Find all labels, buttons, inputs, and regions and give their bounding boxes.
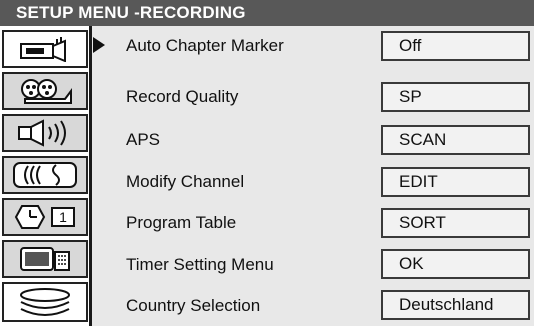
tv-icon[interactable] — [2, 240, 88, 278]
selection-arrow-icon — [93, 37, 105, 53]
country-selection-label: Country Selection — [126, 296, 261, 315]
record-quality-value[interactable]: SP — [381, 82, 530, 112]
modify-channel-label: Modify Channel — [126, 172, 245, 191]
auto-chapter-marker-label: Auto Chapter Marker — [126, 36, 284, 55]
setup-menu-screen: SETUP MENU -RECORDING 1 Auto Chapter Mar… — [0, 0, 534, 326]
country-selection-value[interactable]: Deutschland — [381, 290, 530, 320]
aps-value[interactable]: SCAN — [381, 125, 530, 155]
speaker-icon[interactable] — [2, 114, 88, 152]
record-quality-label: Record Quality — [126, 87, 239, 106]
film-reel-icon[interactable] — [2, 72, 88, 110]
signal-wave-icon[interactable] — [2, 156, 88, 194]
program-table-label: Program Table — [126, 213, 237, 232]
clock-channel-number: 1 — [59, 209, 67, 225]
menu-sidebar: 1 — [0, 26, 92, 326]
timer-setting-menu-value[interactable]: OK — [381, 249, 530, 279]
clock-icon[interactable]: 1 — [2, 198, 88, 236]
auto-chapter-marker-value[interactable]: Off — [381, 31, 530, 61]
camcorder-icon[interactable] — [2, 30, 88, 68]
program-table-value[interactable]: SORT — [381, 208, 530, 238]
timer-setting-menu-label: Timer Setting Menu — [126, 255, 274, 274]
modify-channel-value[interactable]: EDIT — [381, 167, 530, 197]
disc-stack-icon[interactable] — [2, 282, 88, 322]
aps-label: APS — [126, 130, 161, 149]
menu-title: SETUP MENU -RECORDING — [0, 0, 534, 26]
